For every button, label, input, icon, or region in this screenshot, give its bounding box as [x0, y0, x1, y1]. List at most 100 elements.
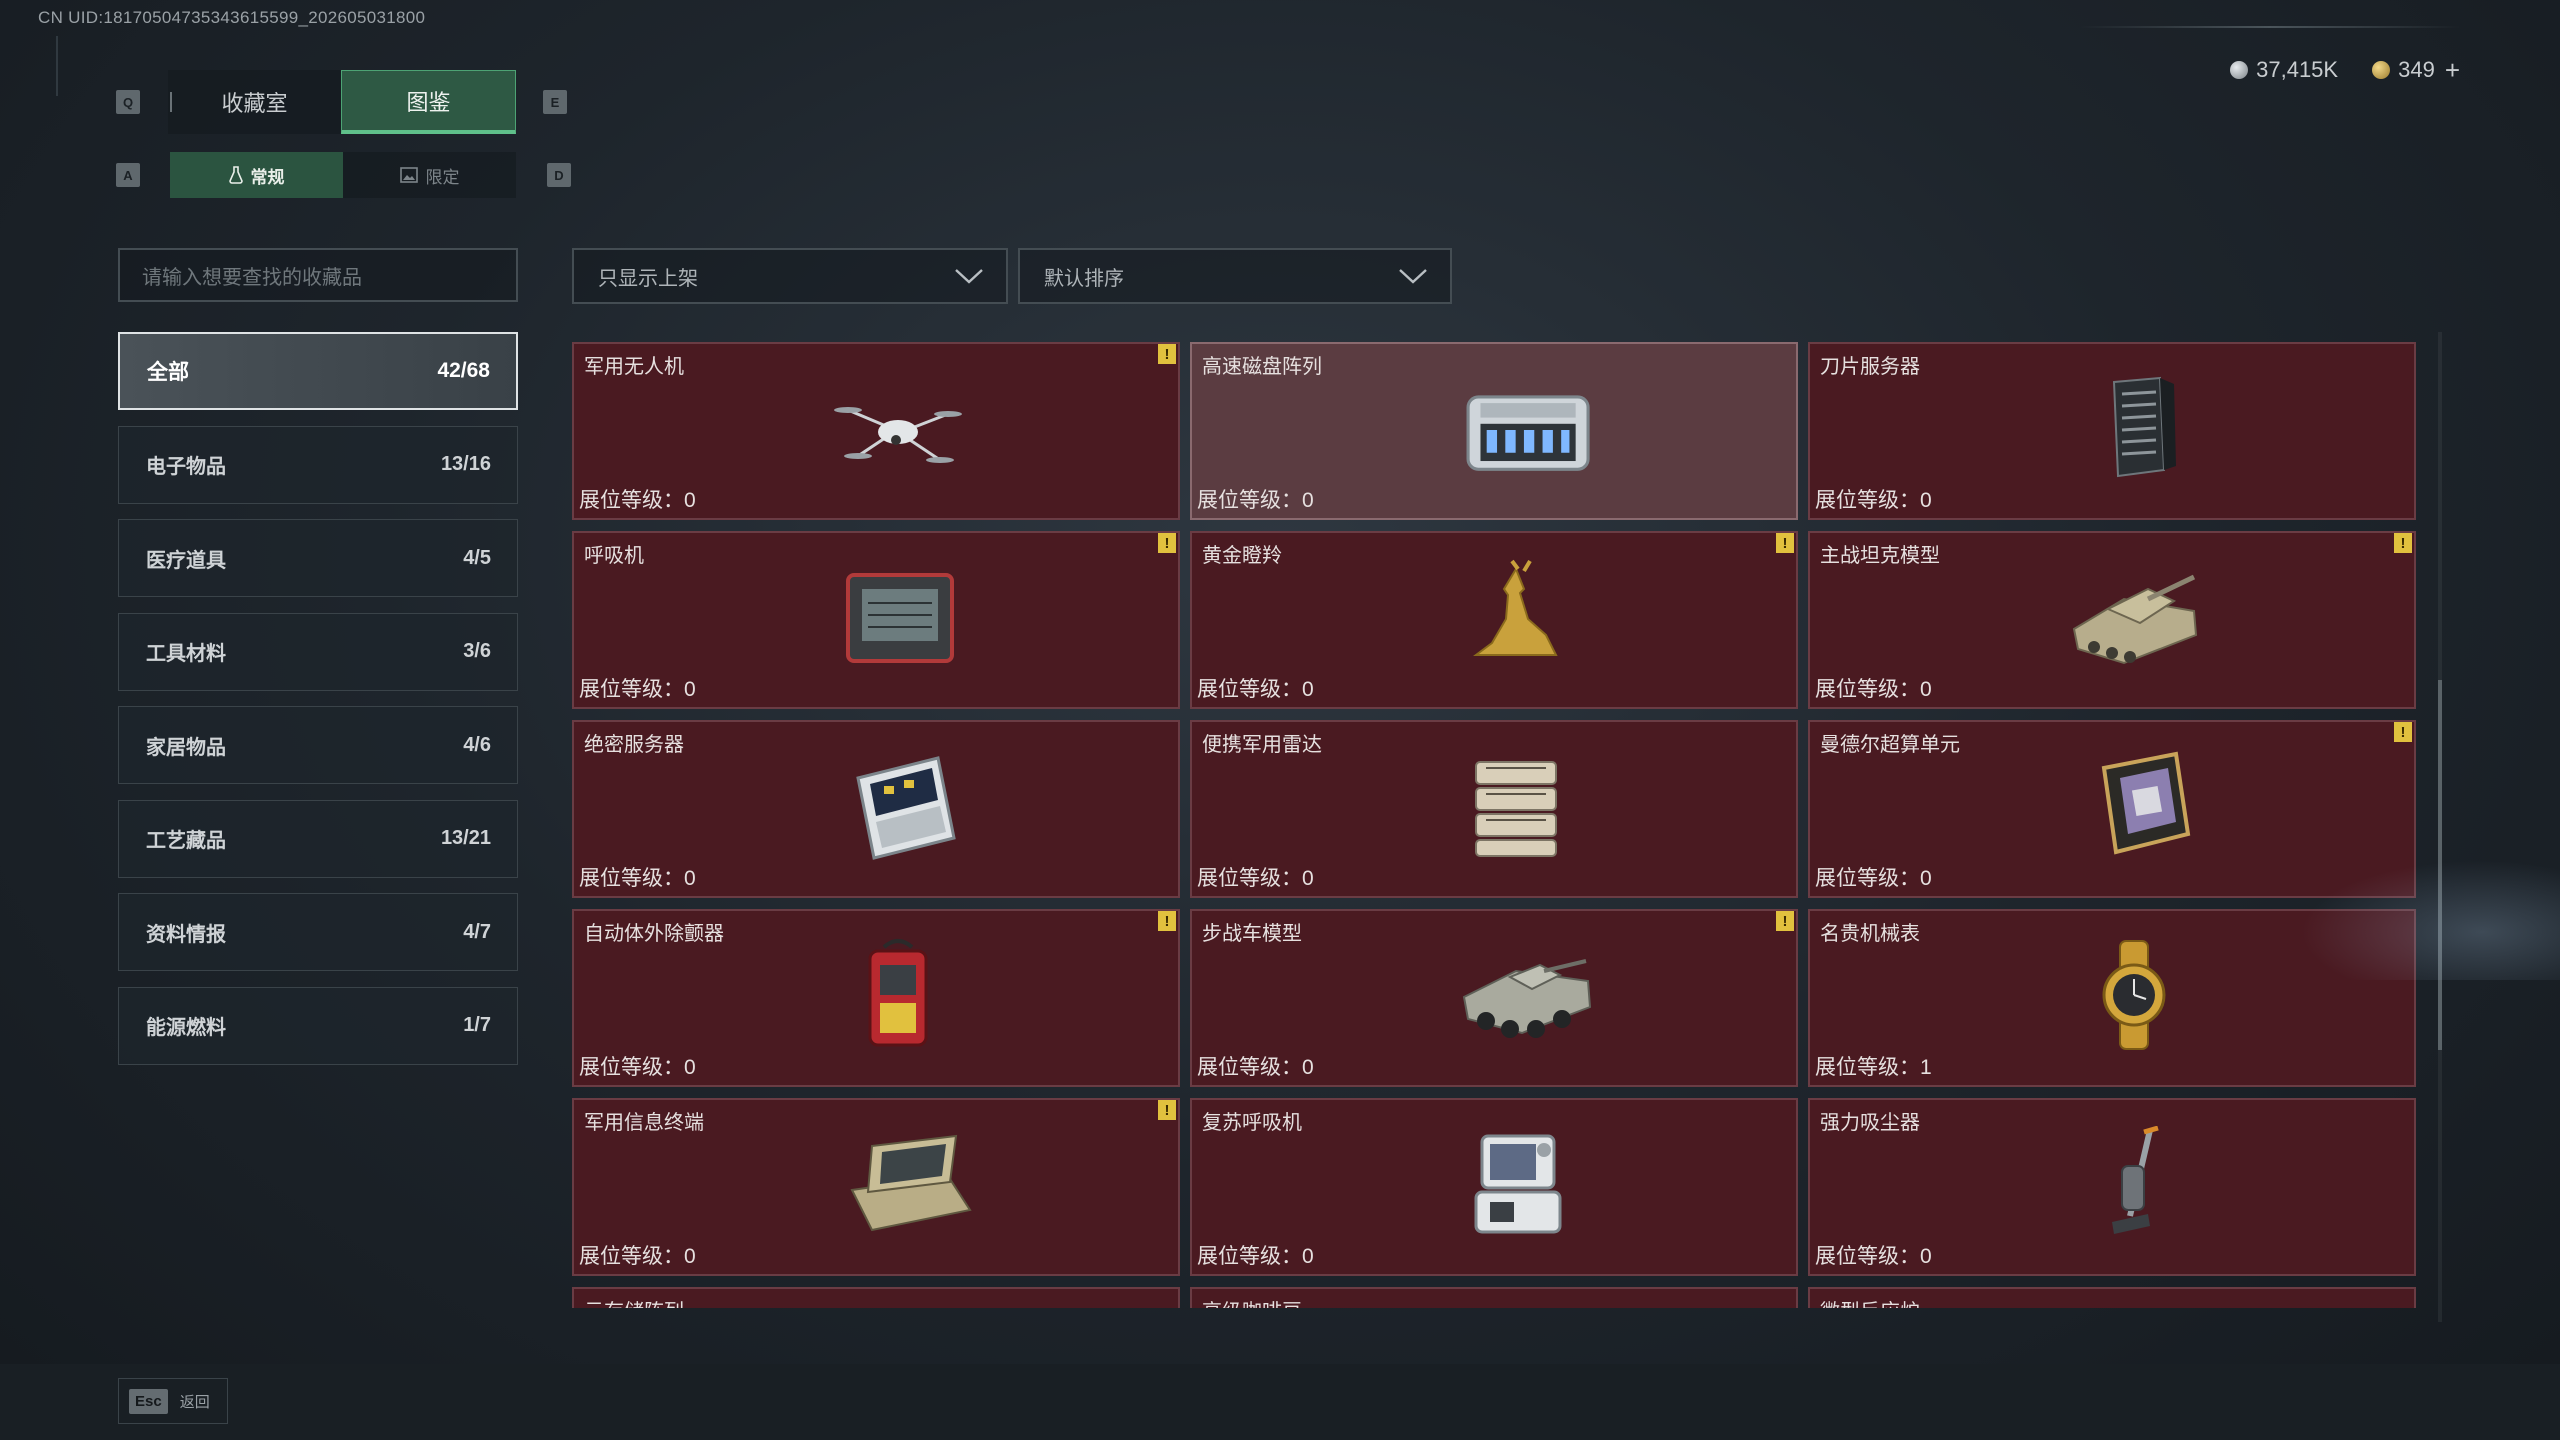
item-card[interactable]: 刀片服务器 展位等级：0: [1808, 342, 2416, 520]
item-card[interactable]: 黄金瞪羚展位等级：0!: [1190, 531, 1798, 709]
item-card[interactable]: 主战坦克模型 展位等级：0!: [1808, 531, 2416, 709]
currency-secondary: 349 +: [2372, 55, 2460, 86]
category-count: 42/68: [437, 359, 490, 382]
item-card[interactable]: 步战车模型 展位等级：0!: [1190, 909, 1798, 1087]
add-currency-button[interactable]: +: [2445, 55, 2460, 86]
item-name: 强力吸尘器: [1820, 1112, 1920, 1134]
tab-separator: [170, 92, 172, 112]
category-all[interactable]: 全部 42/68: [118, 332, 518, 410]
item-display-level: 展位等级：0: [1197, 1245, 1314, 1268]
item-name: 曼德尔超算单元: [1820, 734, 1960, 756]
disk-array-icon: [1446, 370, 1590, 486]
tab-collection-room[interactable]: 收藏室: [168, 70, 341, 134]
subtab-regular[interactable]: 常规: [170, 152, 343, 198]
warning-icon: !: [2394, 533, 2412, 553]
item-name: 黄金瞪羚: [1202, 545, 1282, 567]
category-intel[interactable]: 资料情报 4/7: [118, 893, 518, 971]
category-count: 1/7: [463, 1014, 491, 1036]
item-name: 名贵机械表: [1820, 923, 1920, 945]
chevron-down-icon: [1399, 269, 1427, 284]
tab-codex[interactable]: 图鉴: [341, 70, 516, 134]
shelf-filter-value: 只显示上架: [598, 267, 698, 290]
back-button[interactable]: Esc 返回: [118, 1378, 228, 1424]
vacuum-icon: [2064, 1125, 2204, 1242]
item-card[interactable]: 复苏呼吸机 展位等级：0: [1190, 1098, 1798, 1276]
sub-tabs: 常规 限定: [170, 152, 516, 198]
warning-icon: !: [1776, 533, 1794, 553]
image-icon: [399, 167, 418, 183]
item-display-level: 展位等级：0: [1197, 1056, 1314, 1079]
flask-icon: [228, 166, 243, 184]
item-card[interactable]: 绝密服务器 展位等级：0: [572, 720, 1180, 898]
item-card[interactable]: 呼吸机 展位等级：0!: [572, 531, 1180, 709]
item-display-level: 展位等级：1: [1815, 1056, 1932, 1079]
item-card[interactable]: 微型反应炉: [1808, 1287, 2416, 1308]
item-card[interactable]: 军用无人机 展位等级：0!: [572, 342, 1180, 520]
item-name: 高速磁盘阵列: [1202, 356, 1322, 378]
key-hint-e: E: [543, 90, 567, 114]
item-name: 军用信息终端: [584, 1112, 704, 1134]
item-card[interactable]: 高速磁盘阵列 展位等级：0: [1190, 342, 1798, 520]
gold-coin-icon: [2372, 61, 2391, 79]
resuscitator-icon: [1446, 1126, 1586, 1242]
category-crafts[interactable]: 工艺藏品 13/21: [118, 799, 518, 878]
warning-icon: !: [1158, 533, 1176, 553]
warning-icon: !: [2394, 722, 2412, 742]
item-card[interactable]: 云存储阵列: [572, 1287, 1180, 1308]
info-terminal-icon: [828, 1126, 972, 1242]
category-count: 4/7: [463, 920, 491, 943]
key-hint-d: D: [547, 163, 571, 187]
subtab-limited[interactable]: 限定: [343, 152, 516, 198]
drone-icon: [828, 370, 968, 486]
category-energy[interactable]: 能源燃料 1/7: [118, 986, 518, 1065]
category-count: 3/6: [463, 640, 491, 662]
secret-server-icon: [828, 748, 968, 864]
tank-model-icon: [2064, 559, 2204, 675]
category-tools[interactable]: 工具材料 3/6: [118, 612, 518, 691]
shelf-filter-dropdown[interactable]: 只显示上架: [572, 248, 1008, 304]
item-card[interactable]: 高级咖啡豆: [1190, 1287, 1798, 1308]
category-name: 全部: [147, 361, 189, 384]
defibrillator-icon: [828, 937, 968, 1053]
category-electronics[interactable]: 电子物品 13/16: [118, 425, 518, 504]
item-display-level: 展位等级：0: [579, 1056, 696, 1079]
category-count: 13/21: [440, 827, 491, 849]
item-card[interactable]: 军用信息终端展位等级：0!: [572, 1098, 1180, 1276]
item-name: 步战车模型: [1202, 923, 1302, 945]
item-name: 便携军用雷达: [1202, 734, 1322, 756]
blade-server-icon: [2064, 370, 2204, 486]
sort-dropdown[interactable]: 默认排序: [1018, 248, 1452, 304]
item-display-level: 展位等级：0: [1197, 867, 1314, 890]
category-list: 全部 42/68 电子物品 13/16 医疗道具 4/5 工具材料 3/6 家居物品 4/…: [118, 332, 518, 1080]
watch-icon: [2064, 937, 2204, 1053]
key-hint-q: Q: [116, 90, 140, 114]
item-display-level: 展位等级：0: [1815, 867, 1932, 890]
item-grid: 军用无人机 展位等级：0! 高速磁盘阵列 展位等级：0 刀片服务器 展位等级：0 呼吸机 展位…: [572, 342, 2424, 1308]
item-display-level: 展位等级：0: [1197, 678, 1314, 701]
decor-line: [56, 36, 68, 96]
currency-primary: 37,415K: [2230, 57, 2338, 83]
radar-icon: [1446, 748, 1586, 864]
ventilator-icon: [828, 559, 968, 675]
warning-icon: !: [1158, 1100, 1176, 1120]
item-name: 呼吸机: [584, 545, 644, 567]
warning-icon: !: [1158, 911, 1176, 931]
category-count: 13/16: [440, 453, 491, 475]
item-display-level: 展位等级：0: [579, 489, 696, 512]
decor-line: [2080, 26, 2460, 28]
item-card[interactable]: 便携军用雷达展位等级：0: [1190, 720, 1798, 898]
search-input[interactable]: 请输入想要查找的收藏品: [118, 248, 518, 302]
item-display-level: 展位等级：0: [1815, 489, 1932, 512]
silver-coin-icon: [2230, 61, 2249, 79]
item-card[interactable]: 强力吸尘器 展位等级：0: [1808, 1098, 2416, 1276]
category-household[interactable]: 家居物品 4/6: [118, 706, 518, 784]
currency-secondary-value: 349: [2398, 57, 2435, 82]
item-card[interactable]: 自动体外除颤器展位等级：0!: [572, 909, 1180, 1087]
category-medical[interactable]: 医疗道具 4/5: [118, 519, 518, 597]
category-name: 工艺藏品: [146, 830, 226, 852]
item-display-level: 展位等级：0: [1815, 678, 1932, 701]
item-name: 自动体外除颤器: [584, 923, 724, 945]
item-display-level: 展位等级：0: [579, 1245, 696, 1268]
supercompute-unit-icon: [2064, 748, 2204, 864]
background-light-streak: [2300, 860, 2560, 980]
